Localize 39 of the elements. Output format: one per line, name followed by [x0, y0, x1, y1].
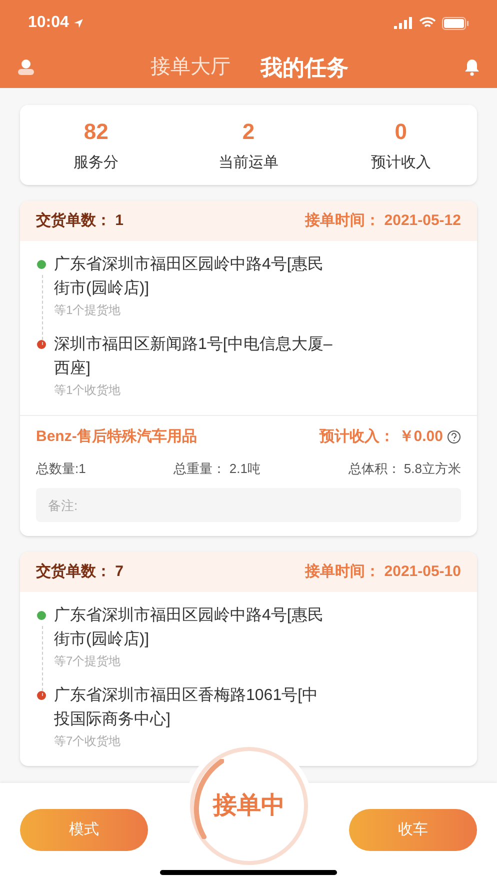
location-count-text: 等1个提货地: [54, 302, 122, 319]
volume-text: 总体积： 5.8立方米: [348, 460, 461, 478]
cargo-name-text: Benz-售后特殊汽车用品: [36, 427, 197, 447]
user-icon[interactable]: [16, 59, 36, 75]
accepting-orders-button[interactable]: 接单中: [190, 747, 308, 865]
order-card[interactable]: 交货单数： 1 接单时间： 2021-05-12 广东省深圳市福田区园岭中路4号[惠民街市(园岭店)] 等1个提货地 深圳市福田区新闻路1号[中电信息大厦–西座] 等1个收货地 Benz-售后特殊汽车用品 预计收入： ￥0.00 总数量:1 总重量： 2.1吨 总体积： 5.8立方米 备注:: [20, 201, 477, 536]
delivery-count-text: 交货单数： 7: [36, 562, 124, 582]
location-count-text: 等7个收货地: [54, 733, 122, 750]
location-arrow-icon: [72, 18, 84, 28]
stat-value: 2: [242, 118, 255, 146]
stat-label: 服务分: [74, 153, 119, 174]
wifi-icon: [419, 17, 436, 29]
order-time-text: 接单时间： 2021-05-10: [305, 562, 461, 582]
mode-button[interactable]: 模式: [20, 809, 148, 851]
order-card[interactable]: 交货单数： 7 接单时间： 2021-05-10 广东省深圳市福田区园岭中路4号[惠民街市(园岭店)] 等7个提货地 广东省深圳市福田区香梅路1061号[中投国际商务中心] 等7个收货地: [20, 552, 477, 766]
quantity-text: 总数量:1: [36, 460, 86, 478]
stat-label: 预计收入: [370, 153, 431, 174]
stat-value: 0: [394, 118, 407, 146]
nav-tab[interactable]: 我的任务: [260, 50, 348, 84]
address-text: 广东省深圳市福田区香梅路1061号[中投国际商务中心]: [54, 686, 320, 730]
estimated-income-text: 预计收入： ￥0.00: [320, 427, 443, 447]
stat-value: 82: [84, 118, 108, 146]
stop-button[interactable]: 收车: [349, 809, 477, 851]
location-count-text: 等7个提货地: [54, 653, 122, 670]
address-text: 深圳市福田区新闻路1号[中电信息大厦–西座]: [54, 334, 334, 379]
address-text: 广东省深圳市福田区园岭中路4号[惠民街市(园岭店)]: [54, 606, 324, 650]
stat-label: 当前运单: [218, 153, 278, 174]
location-count-text: 等1个收货地: [54, 382, 122, 399]
signal-icon: [394, 17, 413, 29]
bell-icon[interactable]: [463, 58, 481, 76]
address-text: 广东省深圳市福田区园岭中路4号[惠民街市(园岭店)]: [54, 254, 324, 299]
remark-field[interactable]: 备注:: [36, 488, 461, 522]
help-icon[interactable]: [447, 430, 461, 444]
delivery-count-text: 交货单数： 1: [36, 210, 124, 231]
clock-text: 10:04: [28, 13, 69, 33]
order-time-text: 接单时间： 2021-05-12: [305, 210, 461, 231]
battery-icon: [442, 16, 469, 30]
weight-text: 总重量： 2.1吨: [174, 460, 260, 478]
nav-tab[interactable]: 接单大厅: [150, 52, 230, 82]
